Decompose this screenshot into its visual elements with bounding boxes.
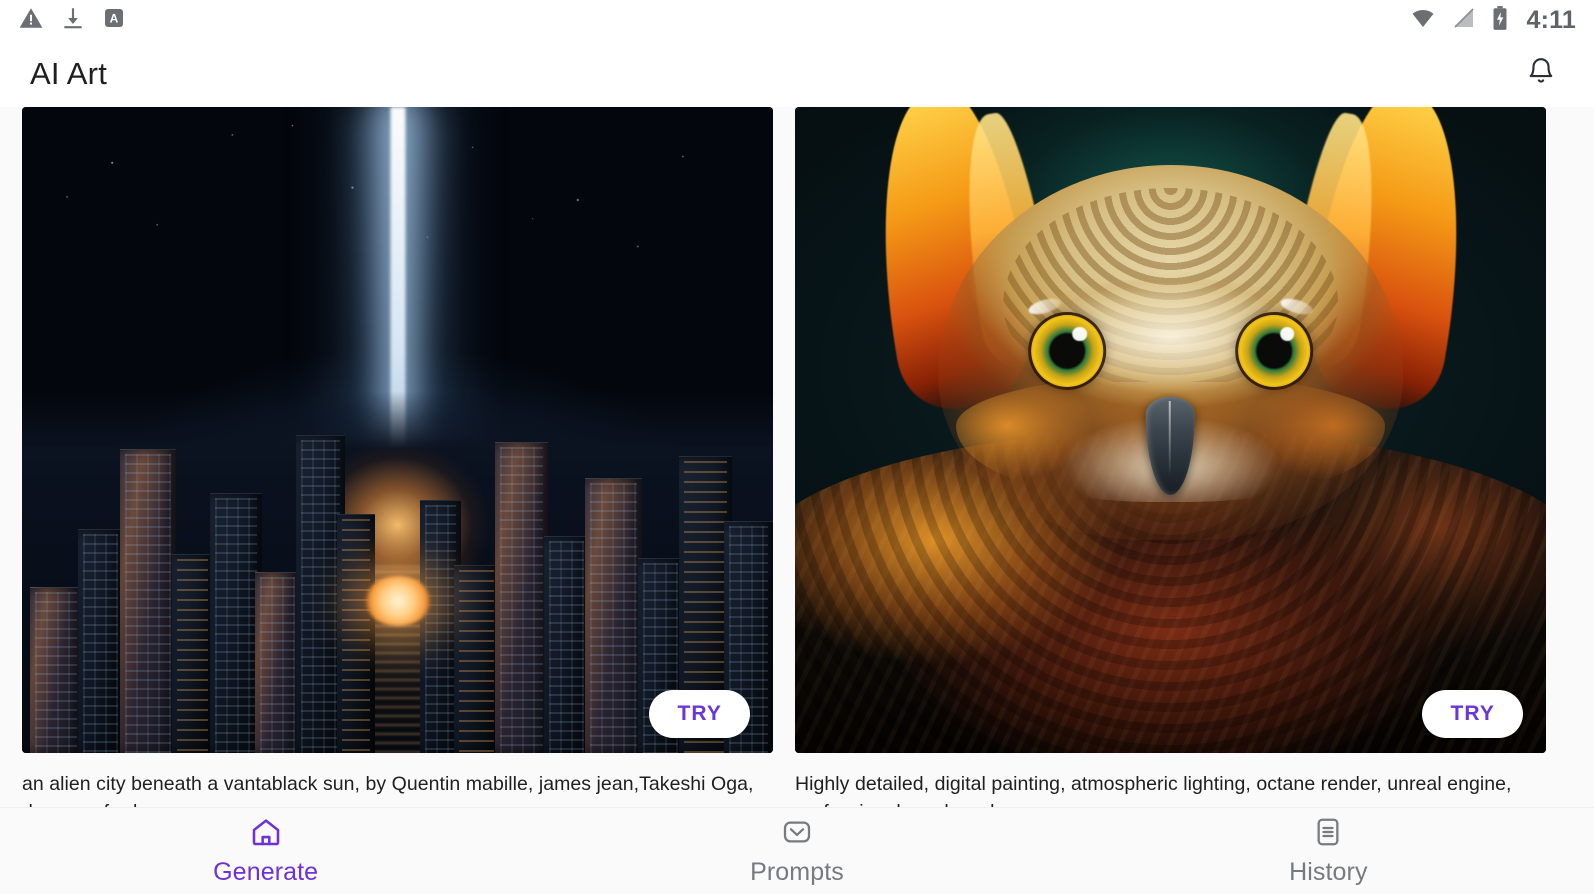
bell-icon xyxy=(1526,56,1556,91)
status-bar-right-icons: 4:11 xyxy=(1409,5,1576,36)
building xyxy=(337,514,375,753)
building xyxy=(585,478,642,753)
app-bar: AI Art xyxy=(0,40,1594,107)
building xyxy=(495,441,548,753)
download-icon xyxy=(60,5,86,36)
glowing-sun-orb xyxy=(364,576,431,627)
status-bar-clock: 4:11 xyxy=(1526,5,1576,34)
notification-button[interactable] xyxy=(1518,51,1564,97)
building xyxy=(453,564,499,753)
art-card[interactable]: TRY an alien city beneath a vantablack s… xyxy=(22,107,773,821)
art-thumbnail-city[interactable]: TRY xyxy=(22,107,773,753)
building xyxy=(78,528,124,753)
building xyxy=(172,554,214,753)
building xyxy=(29,586,83,753)
home-icon xyxy=(250,816,282,853)
art-card[interactable]: TRY Highly detailed, digital painting, a… xyxy=(795,107,1546,821)
warning-triangle-icon xyxy=(18,5,44,36)
app-a-icon: A xyxy=(102,6,126,35)
wifi-icon xyxy=(1409,6,1437,35)
art-thumbnail-owl[interactable]: TRY xyxy=(795,107,1546,753)
city-artwork xyxy=(22,107,773,753)
battery-charging-icon xyxy=(1491,5,1509,36)
svg-text:A: A xyxy=(110,11,119,25)
nav-item-history[interactable]: History xyxy=(1063,808,1594,894)
building xyxy=(119,449,176,753)
document-list-icon xyxy=(1312,816,1344,853)
nav-item-generate[interactable]: Generate xyxy=(0,808,531,894)
nav-item-prompts[interactable]: Prompts xyxy=(531,808,1062,894)
status-bar-left-icons: A xyxy=(18,5,126,36)
try-button[interactable]: TRY xyxy=(1422,690,1523,738)
status-bar: A 4:11 xyxy=(0,0,1594,40)
nav-label-history: History xyxy=(1289,857,1368,886)
building xyxy=(254,572,300,753)
owl-eye-right xyxy=(1238,314,1311,388)
page-title: AI Art xyxy=(30,55,108,91)
app-root: A 4:11 AI Art TRY an alien city beneath … xyxy=(0,0,1594,894)
try-button[interactable]: TRY xyxy=(649,690,750,738)
nav-label-prompts: Prompts xyxy=(750,857,844,886)
building xyxy=(543,535,589,753)
owl-eye-left xyxy=(1030,314,1103,388)
signal-off-icon xyxy=(1451,6,1477,35)
art-grid: TRY an alien city beneath a vantablack s… xyxy=(0,107,1594,821)
envelope-icon xyxy=(781,816,813,853)
nav-label-generate: Generate xyxy=(213,857,319,886)
bottom-navigation: Generate Prompts History xyxy=(0,807,1594,894)
owl-artwork xyxy=(795,107,1546,753)
